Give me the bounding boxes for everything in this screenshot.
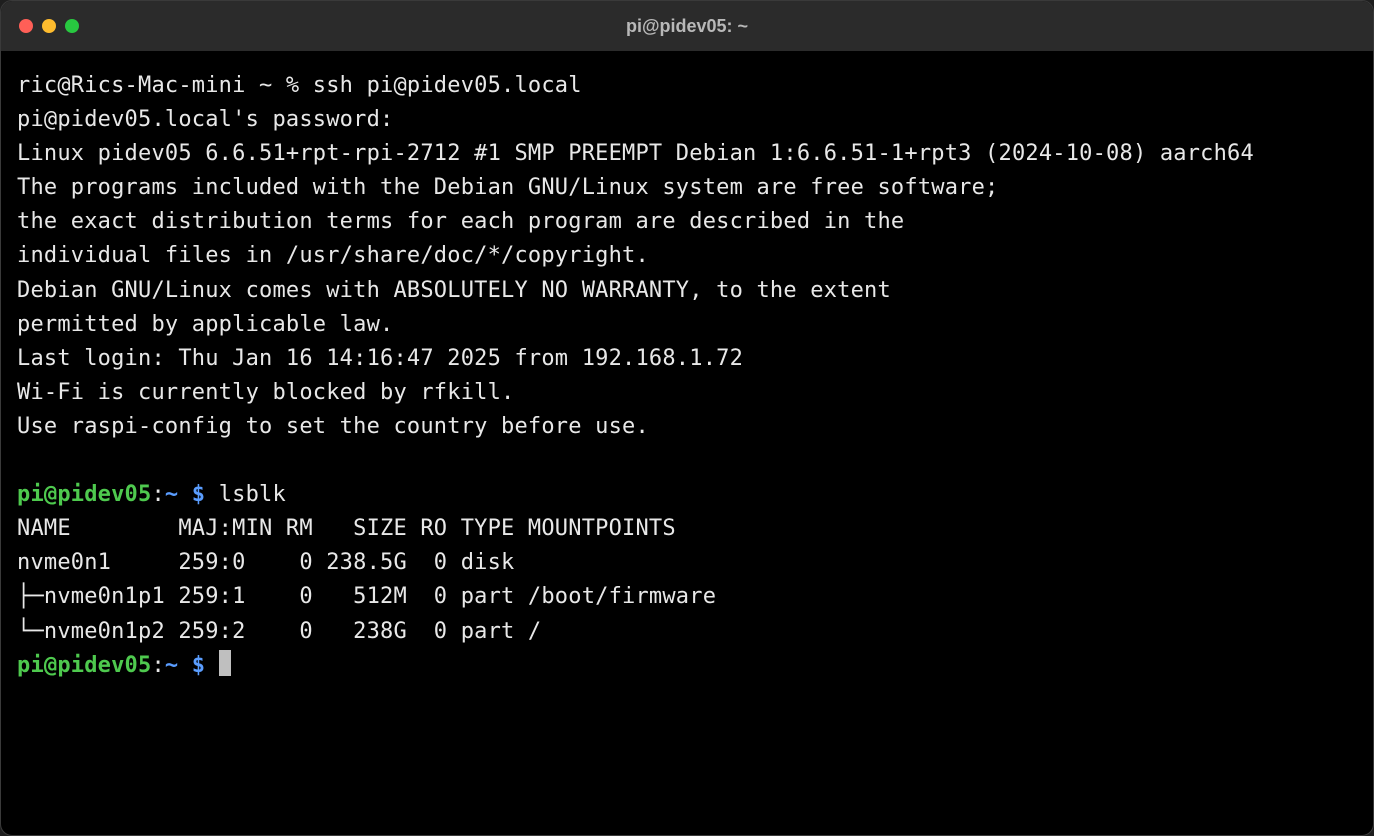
prompt-sep: :: [151, 653, 164, 678]
titlebar: pi@pidev05: ~: [1, 1, 1373, 51]
banner-line: Wi-Fi is currently blocked by rfkill.: [17, 376, 1357, 410]
banner-line: individual files in /usr/share/doc/*/cop…: [17, 239, 1357, 273]
banner-line: Debian GNU/Linux comes with ABSOLUTELY N…: [17, 274, 1357, 308]
lsblk-row: ├─nvme0n1p1 259:1 0 512M 0 part /boot/fi…: [17, 580, 1357, 614]
lsblk-row: nvme0n1 259:0 0 238.5G 0 disk: [17, 546, 1357, 580]
remote-prompt-line-empty: pi@pidev05:~ $: [17, 649, 1357, 683]
banner-line: Last login: Thu Jan 16 14:16:47 2025 fro…: [17, 342, 1357, 376]
password-prompt: pi@pidev05.local's password:: [17, 103, 1357, 137]
close-button[interactable]: [19, 19, 33, 33]
banner-line: Use raspi-config to set the country befo…: [17, 410, 1357, 444]
prompt-user-host: pi@pidev05: [17, 482, 151, 507]
terminal-content[interactable]: ric@Rics-Mac-mini ~ % ssh pi@pidev05.loc…: [1, 51, 1373, 835]
window-title: pi@pidev05: ~: [626, 16, 748, 37]
prompt-symbol: $: [192, 653, 219, 678]
lsblk-header: NAME MAJ:MIN RM SIZE RO TYPE MOUNTPOINTS: [17, 512, 1357, 546]
prompt-sep: :: [151, 482, 164, 507]
terminal-window: pi@pidev05: ~ ric@Rics-Mac-mini ~ % ssh …: [0, 0, 1374, 836]
ssh-command: ssh pi@pidev05.local: [313, 73, 582, 98]
banner-line: Linux pidev05 6.6.51+rpt-rpi-2712 #1 SMP…: [17, 137, 1357, 171]
cursor: [219, 650, 231, 676]
banner-line: the exact distribution terms for each pr…: [17, 205, 1357, 239]
prompt-path: ~: [165, 653, 192, 678]
prompt-user-host: pi@pidev05: [17, 653, 151, 678]
remote-prompt-line: pi@pidev05:~ $ lsblk: [17, 478, 1357, 512]
lsblk-row: └─nvme0n1p2 259:2 0 238G 0 part /: [17, 615, 1357, 649]
local-prompt-line: ric@Rics-Mac-mini ~ % ssh pi@pidev05.loc…: [17, 69, 1357, 103]
minimize-button[interactable]: [42, 19, 56, 33]
command-lsblk: lsblk: [219, 482, 286, 507]
prompt-symbol: $: [192, 482, 219, 507]
prompt-path: ~: [165, 482, 192, 507]
banner-line: permitted by applicable law.: [17, 308, 1357, 342]
banner-line: [17, 444, 1357, 478]
traffic-lights: [19, 19, 79, 33]
banner-line: The programs included with the Debian GN…: [17, 171, 1357, 205]
local-prompt: ric@Rics-Mac-mini ~ %: [17, 73, 313, 98]
maximize-button[interactable]: [65, 19, 79, 33]
